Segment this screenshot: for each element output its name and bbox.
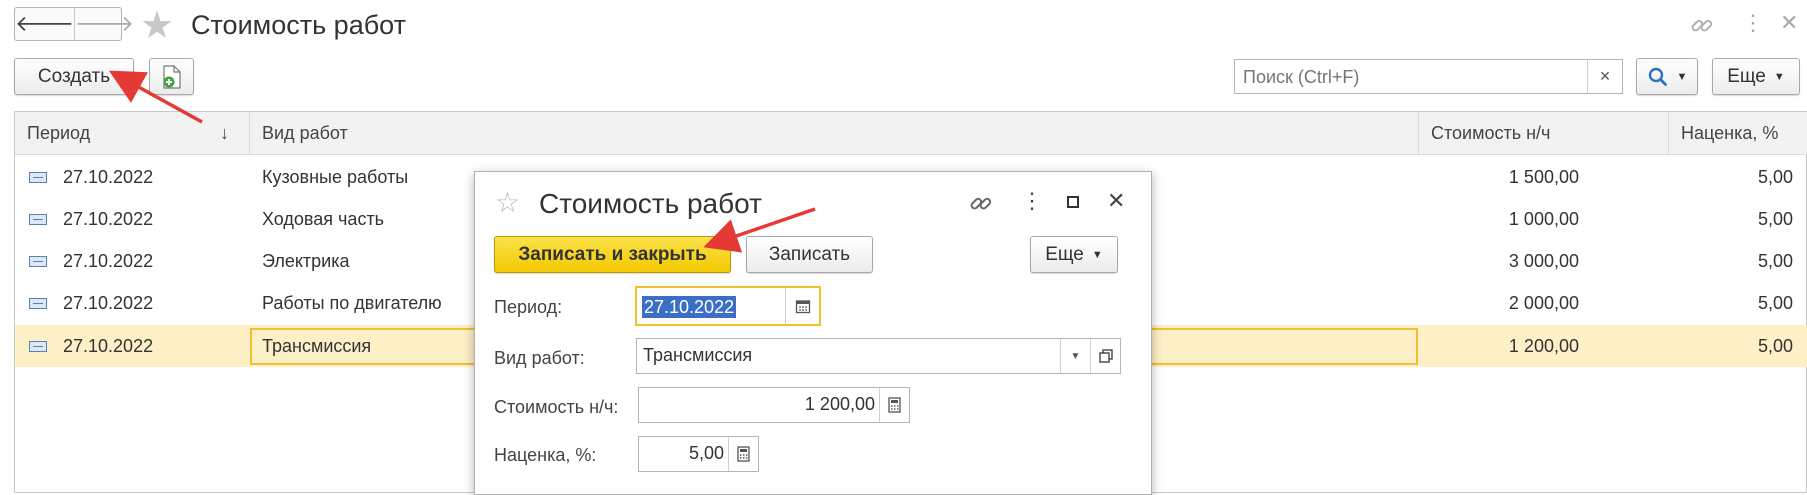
markup-value: 5,00 xyxy=(688,443,724,463)
cell-kind: Работы по двигателю xyxy=(262,293,442,313)
period-field[interactable]: 27.10.2022 xyxy=(635,286,821,326)
column-header-period[interactable]: Период ↓ xyxy=(15,112,250,154)
add-document-icon xyxy=(162,64,181,89)
cell-cost: 3 000,00 xyxy=(1508,251,1579,271)
favorite-star-icon[interactable]: ★ xyxy=(140,6,174,46)
open-form-icon xyxy=(1098,349,1113,363)
kind-label: Вид работ: xyxy=(494,348,585,368)
cell-cost: 1 500,00 xyxy=(1508,167,1579,187)
column-header-markup[interactable]: Наценка, % xyxy=(1669,112,1807,154)
more-button[interactable]: Еще ▼ xyxy=(1712,58,1800,95)
search-field[interactable]: × xyxy=(1234,59,1623,94)
calculator-button[interactable] xyxy=(879,388,909,422)
record-icon xyxy=(29,172,47,183)
kind-field[interactable]: Трансмиссия ▼ xyxy=(636,338,1121,374)
create-button[interactable]: Создать xyxy=(14,58,134,95)
arrow-left-icon: 🡐 xyxy=(15,11,74,36)
cell-cost: 1 000,00 xyxy=(1508,209,1579,229)
cell-cost: 2 000,00 xyxy=(1508,293,1579,313)
edit-dialog: ☆ Стоимость работ ⋮ ✕ Записать и закрыть… xyxy=(474,171,1152,495)
cell-markup: 5,00 xyxy=(1757,336,1793,356)
dropdown-caret-icon: ▼ xyxy=(1091,248,1103,261)
cell-markup: 5,00 xyxy=(1757,167,1793,187)
clear-icon: × xyxy=(1599,66,1611,86)
column-header-kind[interactable]: Вид работ xyxy=(250,112,1419,154)
cell-markup: 5,00 xyxy=(1757,293,1793,313)
open-kind-button[interactable] xyxy=(1090,339,1120,373)
dropdown-caret-icon: ▼ xyxy=(1676,70,1688,83)
calculator-icon xyxy=(888,397,901,413)
search-icon xyxy=(1648,67,1667,86)
link-icon[interactable] xyxy=(969,192,993,216)
period-value: 27.10.2022 xyxy=(642,296,737,318)
record-icon xyxy=(29,298,47,309)
save-button[interactable]: Записать xyxy=(746,236,873,273)
record-icon xyxy=(29,341,47,352)
nav-buttons: 🡐 🡒 xyxy=(14,7,134,41)
cell-period: 27.10.2022 xyxy=(63,209,154,229)
cell-kind: Ходовая часть xyxy=(262,209,385,229)
save-and-close-button[interactable]: Записать и закрыть xyxy=(494,236,731,273)
column-header-label: Период xyxy=(27,123,91,143)
cell-markup: 5,00 xyxy=(1757,209,1793,229)
arrow-right-icon: 🡒 xyxy=(75,11,134,36)
sort-arrow-icon: ↓ xyxy=(220,123,229,143)
more-button-label: Еще xyxy=(1727,65,1766,87)
dropdown-caret-icon: ▼ xyxy=(1773,70,1785,83)
more-vertical-icon[interactable]: ⋮ xyxy=(1742,10,1764,36)
cell-kind: Кузовные работы xyxy=(262,167,409,187)
cell-period: 27.10.2022 xyxy=(63,336,154,356)
favorite-star-icon[interactable]: ☆ xyxy=(495,188,520,218)
link-icon[interactable] xyxy=(1690,14,1714,38)
clear-search-button[interactable]: × xyxy=(1587,60,1622,93)
back-button[interactable]: 🡐 xyxy=(15,8,74,40)
kind-value: Трансмиссия xyxy=(643,345,753,365)
forward-button[interactable]: 🡒 xyxy=(74,8,134,40)
cost-label: Стоимость н/ч: xyxy=(494,397,619,417)
maximize-icon[interactable] xyxy=(1067,196,1079,208)
cell-period: 27.10.2022 xyxy=(63,293,154,313)
calendar-icon xyxy=(795,300,810,314)
markup-field[interactable]: 5,00 xyxy=(638,436,759,472)
dialog-title: Стоимость работ xyxy=(539,188,762,219)
record-icon xyxy=(29,214,47,225)
cost-field[interactable]: 1 200,00 xyxy=(638,387,910,423)
calculator-button[interactable] xyxy=(728,437,758,471)
cell-kind: Электрика xyxy=(262,251,350,271)
chevron-down-icon: ▼ xyxy=(1070,350,1081,362)
kind-dropdown-button[interactable]: ▼ xyxy=(1060,339,1090,373)
period-label: Период: xyxy=(494,297,563,317)
cost-value: 1 200,00 xyxy=(804,394,875,414)
dialog-more-button[interactable]: Еще ▼ xyxy=(1030,236,1118,273)
create-button-label: Создать xyxy=(37,65,111,87)
cell-cost: 1 200,00 xyxy=(1508,336,1579,356)
record-icon xyxy=(29,256,47,267)
calculator-icon xyxy=(737,446,750,462)
cell-period: 27.10.2022 xyxy=(63,167,154,187)
cell-period: 27.10.2022 xyxy=(63,251,154,271)
create-copy-button[interactable] xyxy=(149,58,194,95)
column-header-cost[interactable]: Стоимость н/ч xyxy=(1419,112,1669,154)
close-icon[interactable]: ✕ xyxy=(1107,188,1125,214)
markup-label: Наценка, %: xyxy=(494,445,597,465)
more-vertical-icon[interactable]: ⋮ xyxy=(1021,188,1043,214)
dialog-more-label: Еще xyxy=(1045,243,1084,265)
save-button-label: Записать xyxy=(768,243,851,265)
calendar-button[interactable] xyxy=(785,288,819,324)
table-header: Период ↓ Вид работ Стоимость н/ч Наценка… xyxy=(15,112,1807,155)
close-icon[interactable]: ✕ xyxy=(1780,10,1798,36)
cell-markup: 5,00 xyxy=(1757,251,1793,271)
search-options-button[interactable]: ▼ xyxy=(1636,58,1698,95)
page-title: Стоимость работ xyxy=(191,10,406,40)
search-input[interactable] xyxy=(1241,66,1575,89)
save-and-close-label: Записать и закрыть xyxy=(518,243,707,265)
